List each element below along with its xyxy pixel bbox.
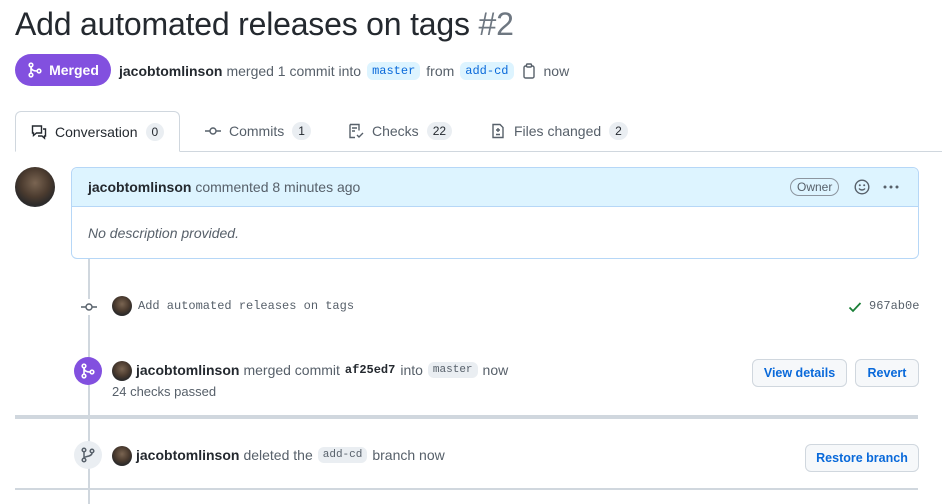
- tab-count: 2: [609, 122, 628, 140]
- restore-branch-button[interactable]: Restore branch: [805, 444, 919, 472]
- tab-count: 1: [292, 122, 311, 140]
- git-merge-icon: [81, 363, 95, 379]
- checks-summary: 24 checks passed: [112, 384, 217, 399]
- comment-author-line: jacobtomlinson commented 8 minutes ago: [88, 179, 360, 195]
- tab-label: Conversation: [55, 123, 138, 140]
- pr-meta: jacobtomlinson merged 1 commit into mast…: [119, 62, 569, 80]
- owner-badge: Owner: [790, 178, 840, 196]
- tab-files-changed[interactable]: Files changed 2: [490, 111, 628, 151]
- tab-commits[interactable]: Commits 1: [205, 111, 311, 151]
- merged-status-badge: Merged: [15, 54, 111, 86]
- pr-author-link[interactable]: jacobtomlinson: [119, 63, 222, 79]
- deleted-branch-label: add-cd: [317, 447, 368, 463]
- delete-author-link[interactable]: jacobtomlinson: [136, 447, 239, 463]
- git-commit-icon: [81, 303, 97, 311]
- merge-text: merged commit: [243, 362, 340, 378]
- timeline-separator: [15, 415, 918, 419]
- tab-label: Checks: [372, 123, 419, 139]
- head-branch-label[interactable]: add-cd: [460, 62, 514, 80]
- avatar[interactable]: [15, 167, 55, 207]
- comment-discussion-icon: [31, 124, 47, 140]
- smiley-icon[interactable]: [854, 179, 870, 195]
- merge-time[interactable]: now: [483, 362, 509, 378]
- pr-title: Add automated releases on tags #2: [15, 6, 514, 43]
- pr-from-text: from: [426, 63, 455, 79]
- tab-checks[interactable]: Checks 22: [348, 111, 453, 151]
- comment-header: jacobtomlinson commented 8 minutes ago O…: [72, 168, 918, 207]
- comment-author-link[interactable]: jacobtomlinson: [88, 179, 191, 195]
- comment-body: No description provided.: [88, 225, 239, 241]
- merge-into-text: into: [400, 362, 423, 378]
- comment-box: jacobtomlinson commented 8 minutes ago O…: [71, 167, 919, 259]
- git-commit-icon: [205, 127, 221, 135]
- merge-commit-sha[interactable]: af25ed7: [345, 363, 395, 377]
- merge-event-text: jacobtomlinson merged commit af25ed7 int…: [136, 362, 508, 378]
- tab-label: Commits: [229, 123, 285, 139]
- delete-event-text: jacobtomlinson deleted the add-cd branch…: [136, 447, 445, 463]
- avatar[interactable]: [112, 446, 132, 466]
- tab-label: Files changed: [514, 123, 602, 139]
- pr-time: now: [543, 63, 570, 79]
- view-details-button[interactable]: View details: [752, 359, 847, 387]
- commit-sha-link[interactable]: 967ab0e: [869, 299, 919, 313]
- delete-time-text: branch now: [372, 447, 445, 463]
- merged-status-label: Merged: [49, 62, 99, 78]
- timeline-bottom-separator: [15, 488, 918, 490]
- comment-action[interactable]: commented 8 minutes ago: [195, 179, 360, 195]
- checklist-icon: [349, 123, 364, 139]
- pr-title-text: Add automated releases on tags: [15, 6, 470, 42]
- merge-author-link[interactable]: jacobtomlinson: [136, 362, 239, 378]
- delete-text: deleted the: [243, 447, 313, 463]
- revert-button[interactable]: Revert: [855, 359, 919, 387]
- check-icon[interactable]: [848, 300, 862, 314]
- git-branch-icon: [81, 447, 95, 463]
- tab-conversation[interactable]: Conversation 0: [15, 111, 181, 152]
- pr-merged-text: merged 1 commit into: [226, 63, 362, 79]
- copy-icon[interactable]: [522, 63, 536, 79]
- merge-event-node: [74, 357, 102, 385]
- avatar[interactable]: [112, 296, 132, 316]
- tab-count: 0: [145, 122, 165, 141]
- avatar[interactable]: [112, 361, 132, 381]
- file-diff-icon: [492, 123, 504, 139]
- kebab-horizontal-icon[interactable]: [882, 179, 900, 195]
- merge-target-branch[interactable]: master: [427, 362, 478, 378]
- tab-count: 22: [426, 122, 453, 140]
- commit-message-link[interactable]: Add automated releases on tags: [138, 299, 354, 313]
- pr-number: #2: [478, 6, 514, 42]
- pr-tabs: Conversation 0 Commits 1 Checks 22 Files…: [15, 111, 942, 152]
- delete-event-node: [74, 441, 102, 469]
- commit-node: [80, 299, 98, 315]
- base-branch-label[interactable]: master: [367, 62, 421, 80]
- git-merge-icon: [28, 62, 42, 78]
